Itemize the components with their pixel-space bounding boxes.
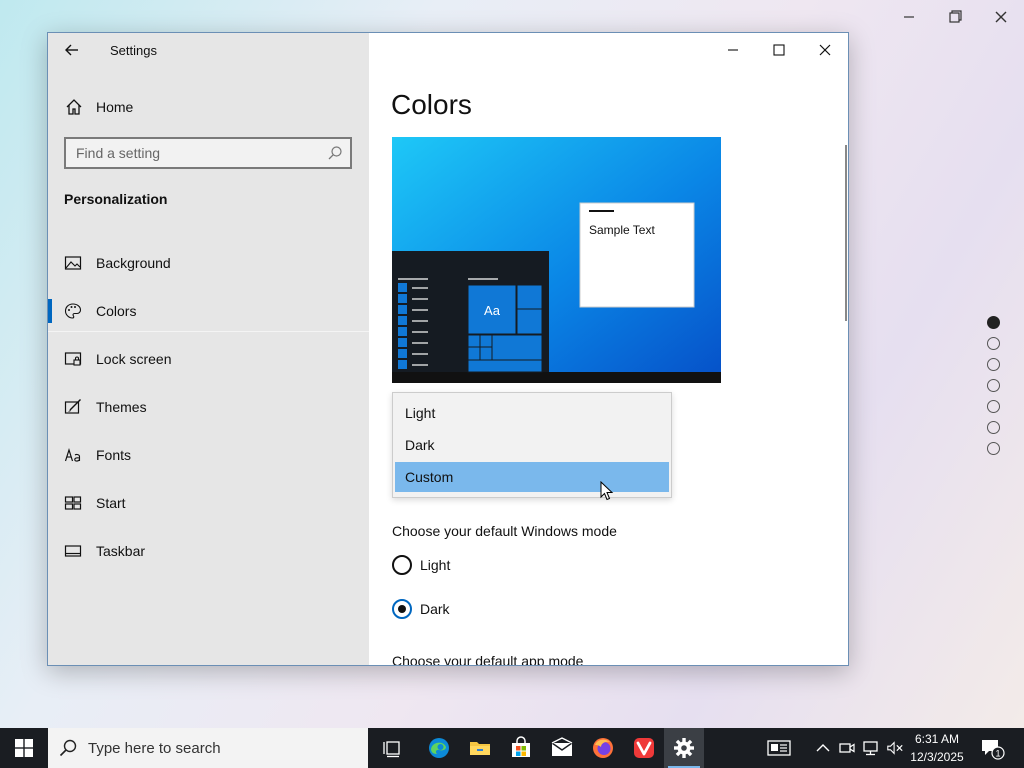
sidebar-item-label: Fonts — [96, 447, 132, 463]
find-setting-search — [64, 137, 352, 169]
vivaldi-icon[interactable] — [624, 728, 664, 768]
lock-screen-icon — [64, 352, 82, 366]
desktop-restore-icon[interactable] — [944, 8, 966, 26]
color-mode-dropdown[interactable]: Light Dark Custom — [392, 392, 672, 498]
sidebar: Settings Home Personalization Background… — [48, 33, 369, 665]
windows-mode-light-radio[interactable]: Light — [392, 554, 450, 576]
sidebar-item-lock-screen[interactable]: Lock screen — [48, 335, 369, 383]
notification-center-icon[interactable]: 1 — [978, 728, 1008, 768]
clock-time: 6:31 AM — [914, 732, 960, 746]
store-icon[interactable] — [501, 728, 541, 768]
windows-mode-dark-radio[interactable]: Dark — [392, 598, 450, 620]
mouse-cursor-icon — [600, 481, 614, 501]
settings-window: Settings Home Personalization Background… — [47, 32, 849, 666]
page-dot[interactable] — [987, 379, 1000, 392]
home-nav-item[interactable]: Home — [64, 95, 133, 119]
home-label: Home — [96, 99, 134, 115]
search-icon — [59, 739, 77, 757]
radio-label: Light — [420, 557, 451, 573]
divider — [48, 331, 369, 332]
page-dot[interactable] — [987, 358, 1000, 371]
taskbar: 6:31 AM 12/3/2025 1 — [0, 728, 1024, 768]
sidebar-item-background[interactable]: Background — [48, 239, 369, 287]
maximize-icon[interactable] — [764, 39, 794, 61]
taskbar-search-input[interactable] — [88, 728, 368, 768]
sidebar-item-label: Themes — [96, 399, 147, 415]
sidebar-item-label: Background — [96, 255, 171, 271]
section-title: Personalization — [64, 191, 168, 207]
sidebar-item-fonts[interactable]: Fonts — [48, 431, 369, 479]
preview-tile-text: Aa — [484, 303, 501, 318]
start-icon — [64, 496, 82, 510]
home-icon — [66, 99, 82, 115]
picture-icon — [64, 256, 82, 270]
sidebar-item-start[interactable]: Start — [48, 479, 369, 527]
page-dot[interactable] — [987, 337, 1000, 350]
sidebar-item-label: Colors — [96, 303, 137, 319]
sidebar-item-taskbar[interactable]: Taskbar — [48, 527, 369, 575]
notification-count: 1 — [995, 749, 1000, 759]
volume-muted-icon[interactable] — [885, 728, 905, 768]
back-icon[interactable] — [60, 39, 84, 61]
network-icon[interactable] — [862, 728, 880, 768]
system-clock[interactable]: 6:31 AM 12/3/2025 — [906, 730, 968, 766]
sidebar-item-themes[interactable]: Themes — [48, 383, 369, 431]
mail-icon[interactable] — [542, 728, 582, 768]
app-mode-label: Choose your default app mode — [392, 653, 584, 666]
radio-circle[interactable] — [392, 555, 412, 575]
windows-logo-icon — [15, 739, 33, 757]
search-icon[interactable] — [326, 144, 344, 162]
find-setting-input[interactable] — [66, 139, 326, 167]
taskbar-icon — [64, 545, 82, 557]
window-title: Settings — [110, 43, 157, 58]
page-dot[interactable] — [987, 421, 1000, 434]
page-title: Colors — [391, 89, 472, 120]
sidebar-item-label: Taskbar — [96, 543, 146, 559]
palette-icon — [64, 303, 82, 319]
radio-circle[interactable] — [392, 599, 412, 619]
file-explorer-icon[interactable] — [460, 728, 500, 768]
desktop-minimize-icon[interactable] — [898, 8, 920, 26]
sidebar-item-label: Lock screen — [96, 351, 172, 367]
preview-sample-text: Sample Text — [589, 223, 655, 237]
task-view-icon[interactable] — [372, 728, 412, 768]
dropdown-option-dark[interactable]: Dark — [395, 430, 669, 460]
windows-mode-label: Choose your default Windows mode — [392, 523, 617, 539]
sidebar-item-colors[interactable]: Colors — [48, 287, 369, 335]
minimize-icon[interactable] — [718, 39, 748, 61]
radio-label: Dark — [420, 601, 450, 617]
meet-now-icon[interactable] — [838, 728, 856, 768]
fonts-icon — [64, 448, 81, 462]
desktop-close-icon[interactable] — [990, 8, 1012, 26]
chevron-up-icon[interactable] — [814, 728, 832, 768]
firefox-icon[interactable] — [583, 728, 623, 768]
main-content: Colors Aa Sample Text Light Dark Custom … — [369, 33, 848, 666]
page-dot[interactable] — [987, 442, 1000, 455]
page-dot[interactable] — [987, 316, 1000, 329]
page-indicator — [987, 316, 1000, 463]
news-widget-icon[interactable] — [764, 728, 794, 768]
themes-icon — [64, 399, 81, 414]
taskbar-search[interactable] — [48, 728, 368, 768]
dropdown-option-light[interactable]: Light — [395, 398, 669, 428]
settings-icon[interactable] — [664, 728, 704, 768]
close-icon[interactable] — [810, 39, 840, 61]
start-button[interactable] — [0, 728, 48, 768]
edge-icon[interactable] — [419, 728, 459, 768]
scrollbar[interactable] — [845, 145, 847, 321]
page-dot[interactable] — [987, 400, 1000, 413]
dropdown-option-custom[interactable]: Custom — [395, 462, 669, 492]
sidebar-nav: Background Colors Lock screen Themes Fon… — [48, 239, 369, 575]
color-preview: Aa Sample Text — [392, 137, 721, 383]
sidebar-item-label: Start — [96, 495, 126, 511]
clock-date: 12/3/2025 — [910, 750, 964, 764]
